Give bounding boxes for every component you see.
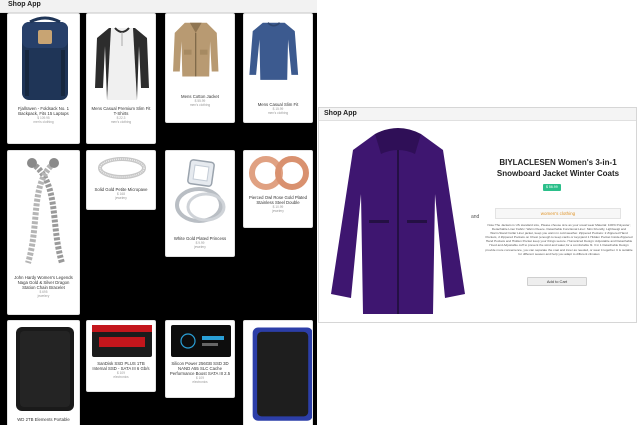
sandisk-ssd-icon bbox=[92, 325, 152, 357]
category-label: women's clothing bbox=[495, 208, 621, 219]
product-detail-window: Shop App and BIYLACLESEN Women's 3-in-1 … bbox=[318, 107, 637, 323]
product-card[interactable]: Fjallraven - Foldsack No. 1 Backpack, Fi… bbox=[7, 13, 80, 144]
product-card[interactable]: Mens Casual Premium Slim Fit T-Shirts $ … bbox=[86, 13, 156, 144]
product-description: Note:The Jackets is US standard size, Pl… bbox=[485, 223, 633, 256]
diamond-ring-icon bbox=[175, 159, 226, 223]
app-title: Shop App bbox=[8, 1, 41, 8]
rose-gold-plugs-icon bbox=[249, 156, 309, 190]
price-badge: $ 56.99 bbox=[543, 184, 561, 191]
product-category: men's clothing bbox=[189, 103, 211, 107]
product-card[interactable]: Pierced Owl Rose Gold Plated Stainless S… bbox=[243, 150, 313, 228]
raglan-shirt-icon bbox=[95, 27, 149, 100]
product-card[interactable]: WD 2TB Elements Portable bbox=[7, 320, 80, 425]
product-category: men's clothing bbox=[110, 120, 132, 124]
product-card[interactable]: SanDisk SSD PLUS 1TB Internal SSD - SATA… bbox=[86, 320, 156, 392]
long-sleeve-shirt-icon bbox=[249, 22, 299, 80]
product-card[interactable]: White Gold Plated Princess $ 9.99 jewele… bbox=[165, 150, 235, 257]
silicon-power-ssd-icon bbox=[171, 325, 231, 357]
backpack-icon bbox=[22, 16, 68, 100]
product-category: jewelery bbox=[272, 209, 284, 213]
app-title: Shop App bbox=[324, 110, 357, 117]
product-card[interactable]: Solid Gold Petite Micropave $ 168 jewele… bbox=[86, 150, 156, 210]
product-name: Mens Casual Premium Slim Fit T-Shirts bbox=[91, 106, 151, 116]
product-category: electronics bbox=[113, 375, 129, 379]
product-category: electronics bbox=[192, 380, 208, 384]
product-card[interactable] bbox=[243, 320, 313, 425]
product-name: WD 2TB Elements Portable bbox=[17, 417, 70, 422]
product-name: Silicon Power 256GB SSD 3D NAND A55 SLC … bbox=[169, 361, 231, 376]
app-header: Shop App bbox=[0, 0, 317, 13]
product-title: BIYLACLESEN Women's 3-in-1 Snowboard Jac… bbox=[496, 158, 620, 178]
product-list-window: Shop App Fjallraven - Foldsack No. 1 Bac… bbox=[0, 0, 317, 425]
product-card[interactable]: Silicon Power 256GB SSD 3D NAND A55 SLC … bbox=[165, 320, 235, 398]
stray-text: and bbox=[471, 214, 480, 220]
product-category: men's clothing bbox=[33, 120, 54, 124]
silver-ring-icon bbox=[98, 157, 146, 179]
add-to-cart-button[interactable]: Add to Cart bbox=[527, 277, 587, 286]
product-name: John Hardy Women's Legends Naga Gold & S… bbox=[14, 275, 73, 290]
product-name: SanDisk SSD PLUS 1TB Internal SSD - SATA… bbox=[92, 361, 150, 371]
cotton-jacket-icon bbox=[173, 22, 219, 77]
product-category: jewelery bbox=[194, 245, 206, 249]
product-category: men's clothing bbox=[267, 111, 289, 115]
product-card[interactable]: Mens Casual Slim Fit $ 15.99 men's cloth… bbox=[243, 13, 313, 123]
product-name: Fjallraven - Foldsack No. 1 Backpack, Fi… bbox=[17, 106, 70, 116]
product-category: jewelery bbox=[115, 196, 127, 200]
chain-bracelet-icon bbox=[25, 158, 65, 264]
black-hard-drive-icon bbox=[16, 327, 74, 411]
product-card[interactable]: John Hardy Women's Legends Naga Gold & S… bbox=[7, 150, 80, 315]
app-header: Shop App bbox=[319, 108, 636, 121]
product-name: Pierced Owl Rose Gold Plated Stainless S… bbox=[248, 195, 308, 205]
product-category: jewelery bbox=[37, 294, 50, 298]
purple-winter-jacket-icon bbox=[331, 128, 465, 314]
product-card[interactable]: Mens Cotton Jacket $ 55.99 men's clothin… bbox=[165, 13, 235, 123]
blue-hard-drive-icon bbox=[252, 327, 312, 421]
